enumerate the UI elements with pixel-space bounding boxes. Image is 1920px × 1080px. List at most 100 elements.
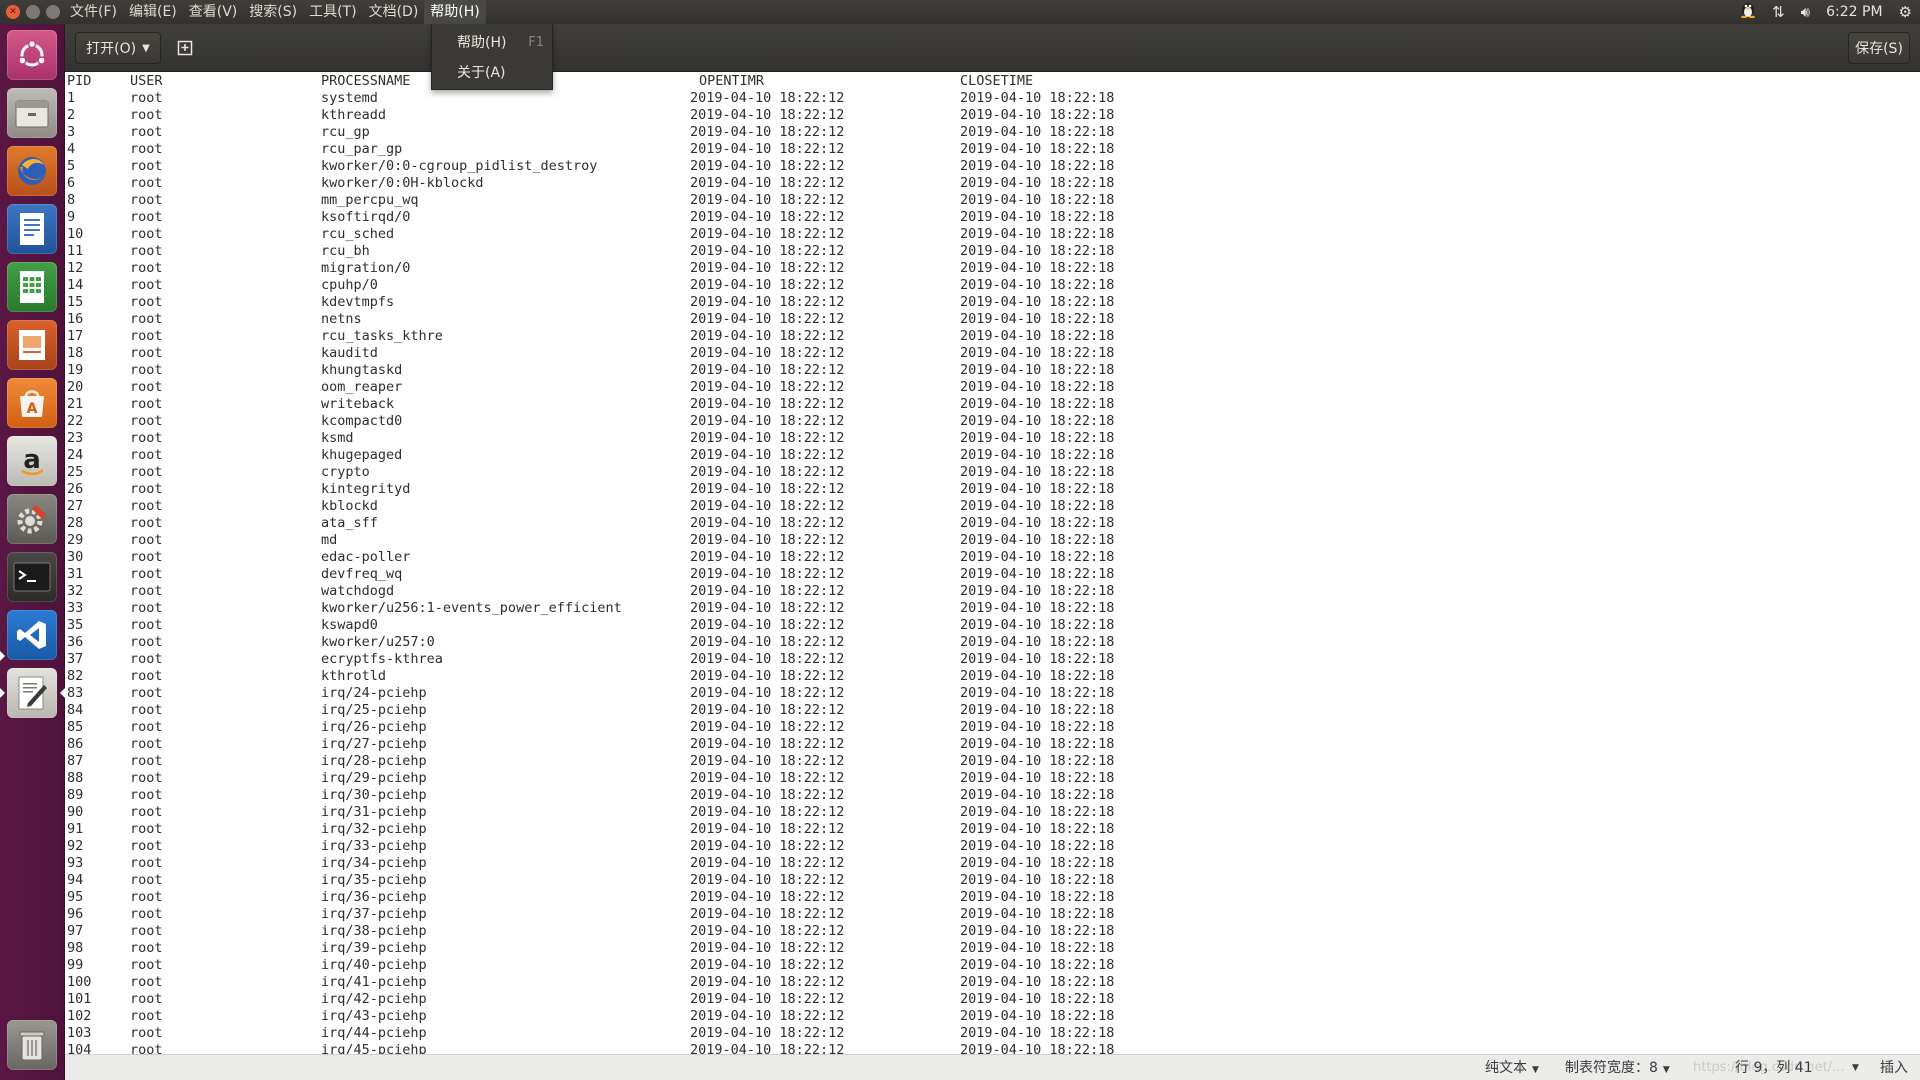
- calc-icon[interactable]: [7, 262, 57, 312]
- trash-icon[interactable]: [7, 1020, 57, 1070]
- cell-pid: 14: [67, 277, 84, 293]
- menu-help[interactable]: 帮助(H): [424, 0, 486, 24]
- cell-user: root: [130, 549, 163, 565]
- cell-pid: 20: [67, 379, 84, 395]
- cell-open: 2019-04-10 18:22:12: [690, 90, 845, 106]
- cell-open: 2019-04-10 18:22:12: [690, 583, 845, 599]
- open-button[interactable]: 打开(O) ▼: [75, 32, 161, 64]
- cell-proc: irq/43-pciehp: [321, 1008, 427, 1024]
- cell-close: 2019-04-10 18:22:18: [960, 141, 1115, 157]
- writer-icon[interactable]: [7, 204, 57, 254]
- cell-pid: 8: [67, 192, 76, 208]
- clock[interactable]: 6:22 PM: [1826, 0, 1882, 24]
- cell-open: 2019-04-10 18:22:12: [690, 787, 845, 803]
- cell-open: 2019-04-10 18:22:12: [690, 532, 845, 548]
- menu-search[interactable]: 搜索(S): [243, 0, 303, 24]
- cell-user: root: [130, 566, 163, 582]
- cell-user: root: [130, 175, 163, 191]
- cell-close: 2019-04-10 18:22:18: [960, 498, 1115, 514]
- tab-width-selector[interactable]: 制表符宽度：8 ▼: [1565, 1055, 1670, 1080]
- cell-pid: 28: [67, 515, 84, 531]
- menu-item-help[interactable]: 帮助(H) F1: [432, 28, 552, 58]
- new-document-button[interactable]: [169, 32, 201, 64]
- cell-proc: rcu_gp: [321, 124, 370, 140]
- text-editor-icon[interactable]: [7, 668, 57, 718]
- cell-open: 2019-04-10 18:22:12: [690, 974, 845, 990]
- cell-pid: 98: [67, 940, 84, 956]
- cell-pid: 89: [67, 787, 84, 803]
- menu-view[interactable]: 查看(V): [183, 0, 244, 24]
- cell-close: 2019-04-10 18:22:18: [960, 872, 1115, 888]
- impress-icon[interactable]: [7, 320, 57, 370]
- cell-close: 2019-04-10 18:22:18: [960, 974, 1115, 990]
- cell-pid: 100: [67, 974, 92, 990]
- menu-item-about[interactable]: 关于(A): [432, 58, 552, 88]
- cell-close: 2019-04-10 18:22:18: [960, 940, 1115, 956]
- text-editor-area[interactable]: PID USER PROCESSNAME OPENTIMR CLOSETIME 1 root…: [65, 72, 1920, 1054]
- save-button[interactable]: 保存(S): [1848, 32, 1910, 64]
- cell-proc: irq/31-pciehp: [321, 804, 427, 820]
- close-window-icon[interactable]: ✕: [6, 5, 20, 19]
- insert-mode[interactable]: 插入: [1880, 1055, 1908, 1080]
- cell-proc: kworker/0:0-cgroup_pidlist_destroy: [321, 158, 598, 174]
- maximize-window-icon[interactable]: [46, 5, 60, 19]
- cell-open: 2019-04-10 18:22:12: [690, 668, 845, 684]
- cell-proc: ata_sff: [321, 515, 378, 531]
- cell-close: 2019-04-10 18:22:18: [960, 838, 1115, 854]
- menu-tools[interactable]: 工具(T): [303, 0, 362, 24]
- running-indicator: [0, 651, 5, 661]
- vscode-icon[interactable]: [7, 610, 57, 660]
- cell-user: root: [130, 141, 163, 157]
- cell-user: root: [130, 277, 163, 293]
- files-icon[interactable]: [7, 88, 57, 138]
- menu-file[interactable]: 文件(F): [64, 0, 123, 24]
- header-proc: PROCESSNAME: [321, 73, 411, 89]
- menu-item-about-label: 关于(A): [457, 65, 506, 81]
- chevron-down-icon[interactable]: ▼: [1852, 1055, 1859, 1080]
- cell-user: root: [130, 1042, 163, 1054]
- cell-open: 2019-04-10 18:22:12: [690, 107, 845, 123]
- volume-icon[interactable]: 🔊︎: [1801, 0, 1810, 24]
- cell-open: 2019-04-10 18:22:12: [690, 804, 845, 820]
- gear-icon[interactable]: ⚙: [1899, 0, 1912, 24]
- syntax-selector[interactable]: 纯文本 ▼: [1485, 1055, 1539, 1080]
- cell-user: root: [130, 90, 163, 106]
- menu-documents[interactable]: 文档(D): [363, 0, 425, 24]
- cell-proc: edac-poller: [321, 549, 411, 565]
- cell-user: root: [130, 634, 163, 650]
- minimize-window-icon[interactable]: [26, 5, 40, 19]
- cell-pid: 30: [67, 549, 84, 565]
- cell-open: 2019-04-10 18:22:12: [690, 413, 845, 429]
- cell-close: 2019-04-10 18:22:18: [960, 209, 1115, 225]
- network-updown-icon[interactable]: ⇅: [1772, 0, 1785, 24]
- menu-edit[interactable]: 编辑(E): [123, 0, 183, 24]
- cell-open: 2019-04-10 18:22:12: [690, 430, 845, 446]
- cell-pid: 27: [67, 498, 84, 514]
- cell-pid: 95: [67, 889, 84, 905]
- cursor-position[interactable]: 行 9，列 41: [1735, 1055, 1813, 1080]
- cell-close: 2019-04-10 18:22:18: [960, 906, 1115, 922]
- cell-close: 2019-04-10 18:22:18: [960, 311, 1115, 327]
- cell-pid: 4: [67, 141, 76, 157]
- cell-open: 2019-04-10 18:22:12: [690, 481, 845, 497]
- cell-user: root: [130, 226, 163, 242]
- cell-pid: 88: [67, 770, 84, 786]
- cell-user: root: [130, 838, 163, 854]
- cell-pid: 35: [67, 617, 84, 633]
- terminal-icon[interactable]: [7, 552, 57, 602]
- cell-open: 2019-04-10 18:22:12: [690, 855, 845, 871]
- software-center-icon[interactable]: A: [7, 378, 57, 428]
- cell-proc: cpuhp/0: [321, 277, 378, 293]
- linux-tux-icon[interactable]: [1740, 0, 1756, 25]
- ubuntu-dash-icon[interactable]: [7, 30, 57, 80]
- cell-close: 2019-04-10 18:22:18: [960, 1008, 1115, 1024]
- cell-open: 2019-04-10 18:22:12: [690, 821, 845, 837]
- cell-pid: 10: [67, 226, 84, 242]
- cell-pid: 85: [67, 719, 84, 735]
- cell-open: 2019-04-10 18:22:12: [690, 124, 845, 140]
- cell-pid: 9: [67, 209, 76, 225]
- amazon-icon[interactable]: a: [7, 436, 57, 486]
- firefox-icon[interactable]: [7, 146, 57, 196]
- launcher: A a: [0, 24, 65, 1080]
- system-settings-icon[interactable]: [7, 494, 57, 544]
